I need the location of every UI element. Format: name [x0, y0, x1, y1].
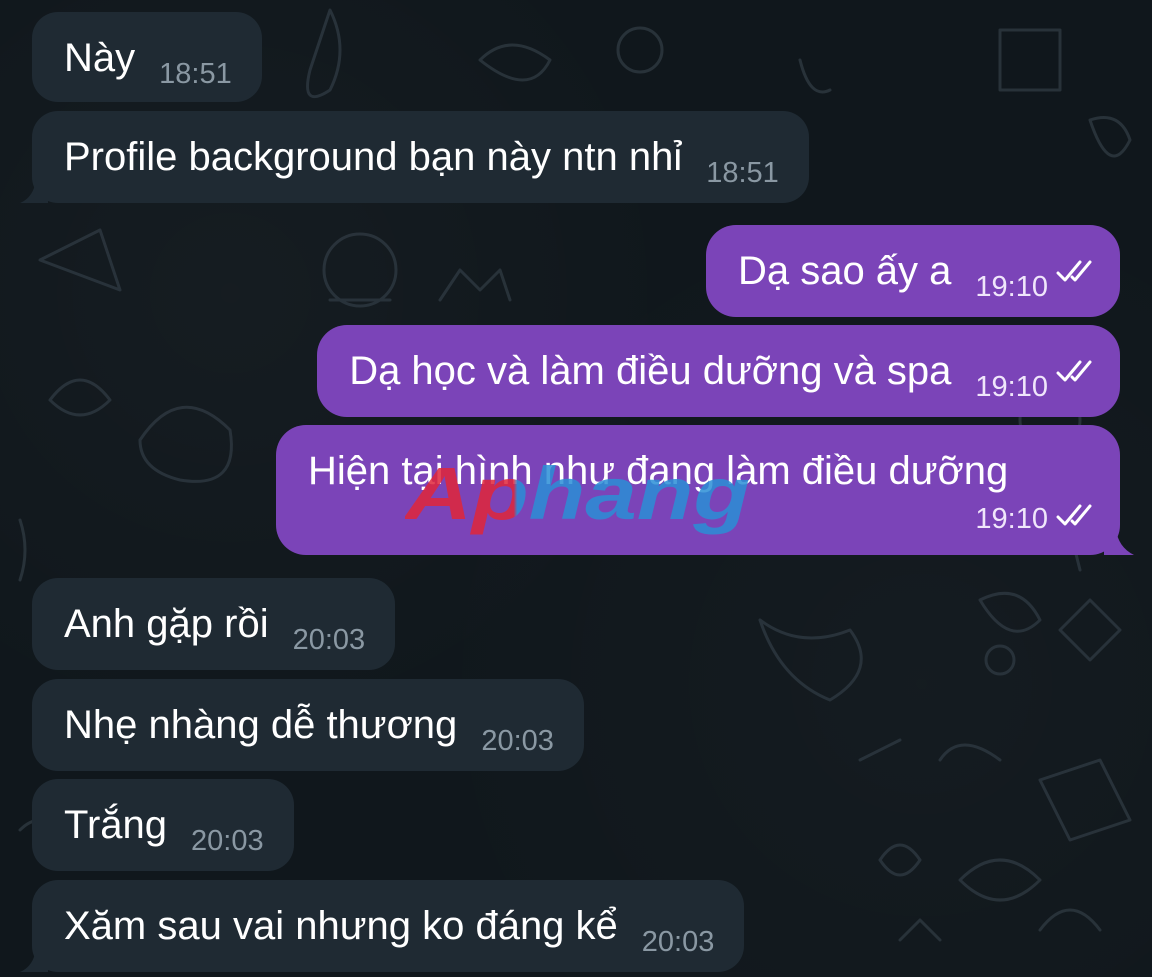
message-text: Trắng: [64, 803, 168, 847]
message-time: 20:03: [191, 825, 264, 857]
message-text: Dạ sao ấy a: [737, 249, 952, 293]
watermark-logo: Aphang: [405, 455, 750, 535]
message-time: 18:51: [706, 157, 779, 189]
bubble-tail: [1104, 529, 1134, 555]
message-text: Xăm sau vai nhưng ko đáng kể: [64, 904, 618, 948]
double-check-icon: [1056, 504, 1092, 526]
message-time: 18:51: [159, 58, 232, 90]
bubble-tail: [20, 179, 48, 203]
message-text: Nhẹ nhàng dễ thương: [64, 703, 458, 747]
message-time: 19:10: [975, 503, 1048, 535]
incoming-message[interactable]: Nhẹ nhàng dễ thương 20:03: [32, 679, 584, 771]
incoming-message[interactable]: Anh gặp rồi 20:03: [32, 578, 396, 670]
incoming-message[interactable]: Trắng 20:03: [32, 779, 294, 871]
message-time: 19:10: [975, 271, 1048, 303]
outgoing-message[interactable]: Dạ sao ấy a 19:10: [705, 225, 1120, 317]
message-text: Dạ học và làm điều dưỡng và spa: [349, 349, 952, 393]
message-time: 19:10: [975, 371, 1048, 403]
chat-view: Này 18:51 Profile background bạn này ntn …: [0, 0, 1152, 977]
double-check-icon: [1056, 360, 1092, 382]
incoming-message[interactable]: Này 18:51: [32, 12, 262, 102]
watermark-text: Aphang: [405, 455, 750, 535]
incoming-message[interactable]: Profile background bạn này ntn nhỉ 18:51: [20, 111, 809, 203]
message-text: Này: [64, 36, 136, 80]
message-time: 20:03: [641, 926, 715, 958]
message-text: Profile background bạn này ntn nhỉ: [64, 135, 683, 179]
bubble-tail: [20, 948, 48, 972]
message-text: Anh gặp rồi: [64, 602, 269, 646]
incoming-message[interactable]: Xăm sau vai nhưng ko đáng kể 20:03: [20, 880, 745, 972]
double-check-icon: [1056, 260, 1092, 282]
outgoing-message[interactable]: Dạ học và làm điều dưỡng và spa 19:10: [317, 325, 1120, 417]
message-time: 20:03: [292, 624, 366, 656]
message-time: 20:03: [481, 725, 554, 757]
